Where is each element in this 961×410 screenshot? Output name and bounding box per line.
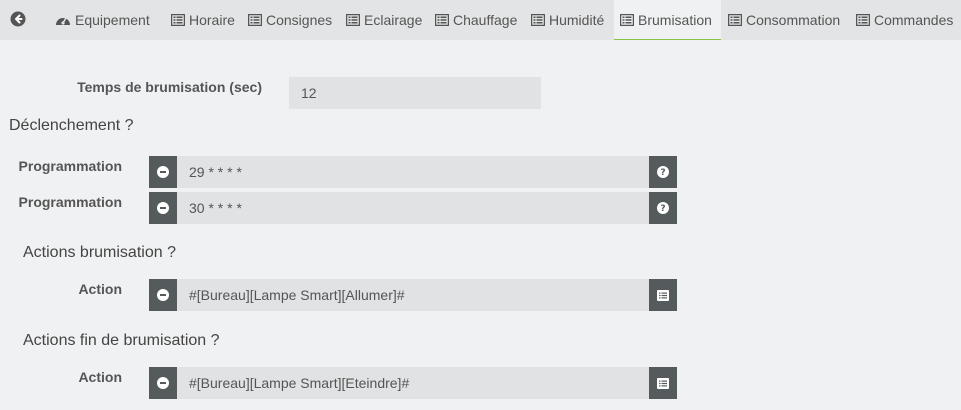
list-alt-icon <box>657 289 669 301</box>
tab-horaire[interactable]: Horaire <box>171 0 235 40</box>
tab-consignes[interactable]: Consignes <box>248 0 332 40</box>
schedule-cron-input[interactable]: 30 * * * * <box>177 192 649 224</box>
tab-bar: Equipement Horaire Consignes Eclairage C… <box>0 0 961 40</box>
end-actions-section-title: Actions fin de brumisation ? <box>23 332 220 349</box>
trigger-section-title: Déclenchement ? <box>9 117 134 134</box>
list-icon <box>620 13 634 26</box>
select-command-button[interactable] <box>649 367 677 399</box>
tab-label: Consignes <box>266 12 333 28</box>
tab-label: Consommation <box>746 12 841 28</box>
minus-circle-icon <box>157 166 169 178</box>
remove-end-action-button[interactable] <box>149 367 177 399</box>
action-command-input[interactable]: #[Bureau][Lampe Smart][Allumer]# <box>177 279 649 311</box>
schedule-help-button[interactable]: ? <box>649 192 677 224</box>
action-label: Action <box>78 369 122 385</box>
remove-schedule-button[interactable] <box>149 156 177 188</box>
tab-label: Humidité <box>549 12 605 28</box>
schedule-label: Programmation <box>18 158 122 174</box>
remove-schedule-button[interactable] <box>149 192 177 224</box>
question-circle-icon: ? <box>657 166 669 178</box>
tab-label: Chauffage <box>453 12 518 28</box>
tab-label: Commandes <box>874 12 954 28</box>
list-icon <box>856 14 870 26</box>
tab-brumisation[interactable]: Brumisation <box>614 0 721 40</box>
list-icon <box>435 14 449 26</box>
schedule-help-button[interactable]: ? <box>649 156 677 188</box>
tab-chauffage[interactable]: Chauffage <box>435 0 517 40</box>
minus-circle-icon <box>157 202 169 214</box>
back-arrow-icon[interactable] <box>10 11 26 27</box>
svg-text:?: ? <box>660 204 665 214</box>
tab-consommation[interactable]: Consommation <box>728 0 840 40</box>
tab-humidite[interactable]: Humidité <box>531 0 604 40</box>
list-icon <box>248 14 262 26</box>
duration-input[interactable]: 12 <box>289 77 541 109</box>
list-alt-icon <box>657 377 669 389</box>
duration-label: Temps de brumisation (sec) <box>77 79 262 95</box>
question-circle-icon: ? <box>657 202 669 214</box>
list-icon <box>171 14 185 26</box>
tab-label: Equipement <box>75 12 150 28</box>
schedule-label: Programmation <box>18 194 122 210</box>
gauge-icon <box>55 13 71 27</box>
actions-section-title: Actions brumisation ? <box>23 244 176 261</box>
list-icon <box>531 14 545 26</box>
svg-text:?: ? <box>660 168 665 178</box>
tab-eclairage[interactable]: Eclairage <box>346 0 422 40</box>
schedule-cron-input[interactable]: 29 * * * * <box>177 156 649 188</box>
remove-action-button[interactable] <box>149 279 177 311</box>
select-command-button[interactable] <box>649 279 677 311</box>
list-icon <box>346 14 360 26</box>
minus-circle-icon <box>157 377 169 389</box>
minus-circle-icon <box>157 289 169 301</box>
tab-label: Horaire <box>189 12 235 28</box>
tab-label: Brumisation <box>638 11 712 28</box>
tab-label: Eclairage <box>364 12 423 28</box>
tab-commandes[interactable]: Commandes <box>856 0 953 40</box>
list-icon <box>728 14 742 26</box>
end-action-command-input[interactable]: #[Bureau][Lampe Smart][Eteindre]# <box>177 367 649 399</box>
action-label: Action <box>78 281 122 297</box>
tab-equipement[interactable]: Equipement <box>55 0 150 40</box>
